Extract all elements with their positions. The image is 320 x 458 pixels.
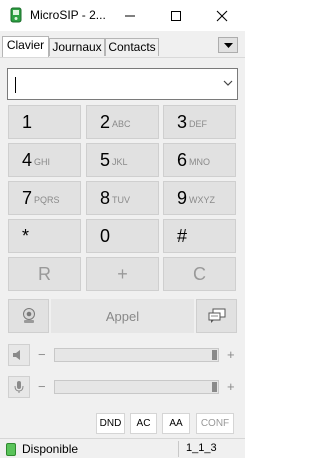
redial-button[interactable]: R [8, 257, 81, 291]
conference-button[interactable]: CONF [196, 413, 234, 434]
key-8[interactable]: 8 TUV [86, 181, 159, 215]
status-bar: Disponible 1_1_3 [0, 438, 245, 458]
minimize-button[interactable] [107, 0, 153, 31]
key-2[interactable]: 2 ABC [86, 105, 159, 139]
text-caret [15, 77, 16, 93]
speaker-icon [13, 350, 20, 360]
triangle-down-icon [223, 42, 233, 48]
close-button[interactable] [199, 0, 245, 31]
maximize-button[interactable] [153, 0, 199, 31]
chevron-down-icon[interactable] [223, 80, 233, 86]
title-bar: MicroSIP - 2... [0, 0, 245, 31]
microphone-icon [14, 381, 24, 393]
speaker-volume-plus: + [227, 347, 235, 362]
tab-clavier[interactable]: Clavier [2, 36, 49, 57]
status-text[interactable]: Disponible [22, 442, 78, 456]
key-9[interactable]: 9 WXYZ [163, 181, 236, 215]
dnd-button[interactable]: DND [96, 413, 125, 434]
message-icon [208, 308, 225, 323]
dialpad-panel: 1 2 ABC 3 DEF 4 GHI 5 JKL 6 MNO 7 PQRS 8… [0, 57, 245, 438]
speaker-volume-slider[interactable] [54, 348, 219, 362]
video-call-button[interactable] [8, 299, 49, 333]
auto-conference-button[interactable]: AC [130, 413, 157, 434]
key-7[interactable]: 7 PQRS [8, 181, 81, 215]
message-button[interactable] [196, 299, 237, 333]
microsip-icon [8, 7, 24, 23]
tab-contacts[interactable]: Contacts [105, 38, 159, 56]
auto-answer-button[interactable]: AA [162, 413, 190, 434]
key-hash[interactable]: # [163, 219, 236, 253]
plus-button[interactable]: + [86, 257, 159, 291]
webcam-icon [22, 308, 35, 323]
key-0[interactable]: 0 [86, 219, 159, 253]
speaker-volume-minus: − [38, 347, 46, 362]
window-title: MicroSIP - 2... [30, 8, 106, 22]
mic-volume-slider[interactable] [54, 380, 219, 394]
number-input[interactable] [7, 68, 238, 100]
mic-volume-minus: − [38, 379, 46, 394]
speaker-mute-button[interactable] [8, 344, 30, 366]
mic-volume-plus: + [227, 379, 235, 394]
key-6[interactable]: 6 MNO [163, 143, 236, 177]
tab-journaux[interactable]: Journaux [49, 38, 105, 56]
tab-menu-button[interactable] [218, 37, 238, 53]
status-indicator-icon [6, 443, 16, 456]
speaker-volume-thumb[interactable] [212, 350, 217, 360]
mic-mute-button[interactable] [8, 376, 30, 398]
mic-volume-thumb[interactable] [212, 382, 217, 392]
status-separator [178, 441, 179, 457]
key-1[interactable]: 1 [8, 105, 81, 139]
account-label[interactable]: 1_1_3 [186, 442, 217, 454]
clear-button[interactable]: C [163, 257, 236, 291]
call-button[interactable]: Appel [51, 299, 194, 333]
key-3[interactable]: 3 DEF [163, 105, 236, 139]
key-star[interactable]: * [8, 219, 81, 253]
tab-bar: Clavier Journaux Contacts [0, 31, 245, 57]
key-5[interactable]: 5 JKL [86, 143, 159, 177]
key-4[interactable]: 4 GHI [8, 143, 81, 177]
